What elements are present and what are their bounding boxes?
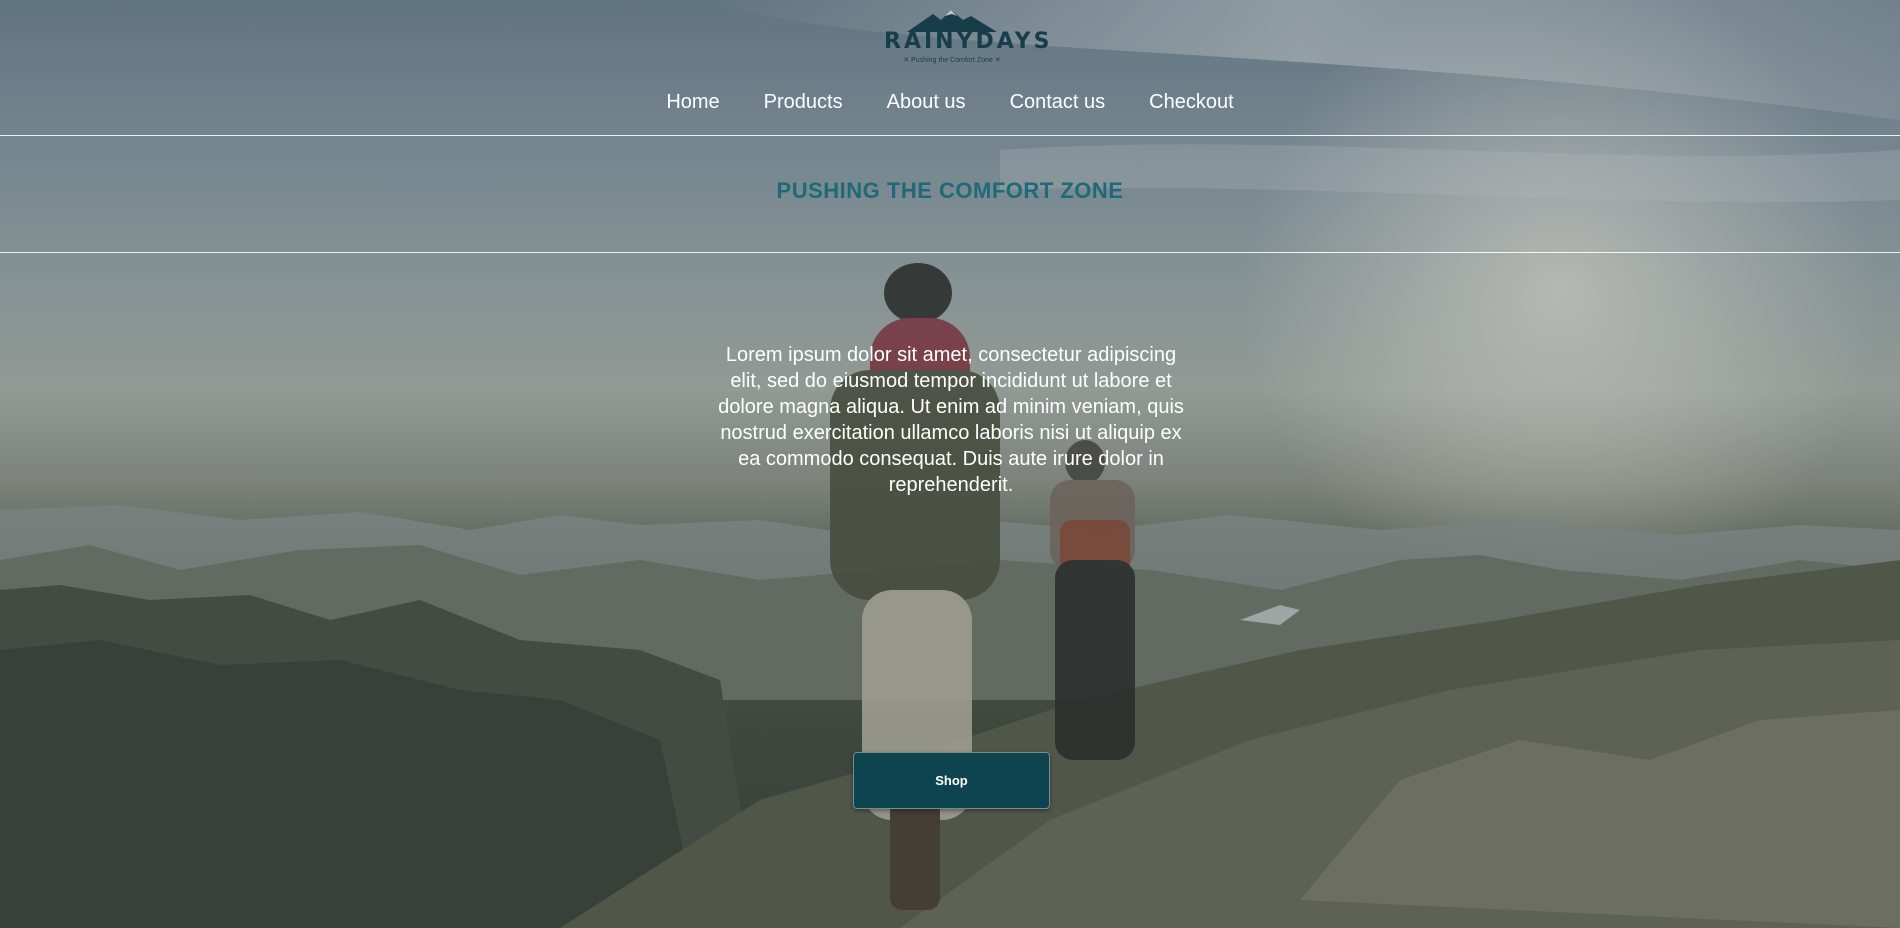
brand-logo[interactable]: RAINYDAYS ✕ Pushing the Comfort Zone ✕ [884,8,1053,82]
main-nav: Home Products About us Contact us Checko… [0,90,1900,114]
shop-button[interactable]: Shop [853,752,1050,809]
nav-item-contact-us[interactable]: Contact us [988,90,1128,114]
brand-tagline: ✕ Pushing the Comfort Zone ✕ [903,57,1001,64]
nav-item-about-us[interactable]: About us [865,90,988,114]
heading-band: PUSHING THE COMFORT ZONE [0,136,1900,253]
hero-body-text: Lorem ipsum dolor sit amet, consectetur … [718,344,1184,496]
nav-item-checkout[interactable]: Checkout [1127,90,1256,114]
hero-page: RAINYDAYS ✕ Pushing the Comfort Zone ✕ H… [0,0,1900,928]
site-header: RAINYDAYS ✕ Pushing the Comfort Zone ✕ H… [0,0,1900,136]
nav-item-products[interactable]: Products [742,90,865,114]
brand-name: RAINYDAYS [884,29,1053,54]
hero-heading: PUSHING THE COMFORT ZONE [776,178,1124,203]
nav-item-home[interactable]: Home [644,90,741,114]
